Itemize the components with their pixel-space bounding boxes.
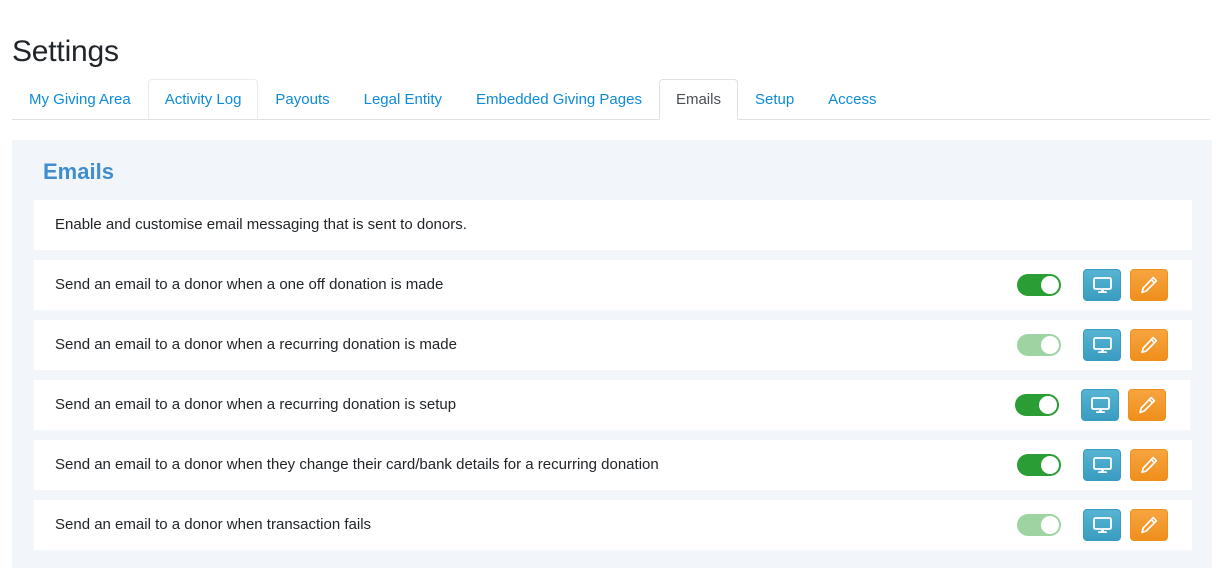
pencil-icon (1138, 396, 1156, 414)
preview-email-button[interactable] (1083, 449, 1121, 481)
tab-embedded-giving-pages[interactable]: Embedded Giving Pages (459, 79, 659, 120)
email-setting-controls (1017, 509, 1182, 541)
edit-email-button[interactable] (1130, 269, 1168, 301)
pencil-icon (1140, 456, 1158, 474)
edit-email-button[interactable] (1130, 509, 1168, 541)
monitor-icon (1090, 396, 1110, 414)
emails-panel: Emails Enable and customise email messag… (12, 140, 1212, 568)
tab-emails[interactable]: Emails (658, 79, 738, 120)
email-setting-row: Send an email to a donor when a one off … (34, 260, 1192, 310)
email-setting-row: Send an email to a donor when transactio… (34, 500, 1192, 550)
tab-my-giving-area[interactable]: My Giving Area (12, 79, 148, 120)
email-setting-controls (1017, 329, 1182, 361)
tab-legal-entity[interactable]: Legal Entity (347, 79, 459, 120)
toggle-knob (1041, 276, 1059, 294)
tab-payouts[interactable]: Payouts (258, 79, 346, 120)
email-enabled-toggle[interactable] (1017, 454, 1061, 476)
tab-setup[interactable]: Setup (738, 79, 811, 120)
email-enabled-toggle[interactable] (1017, 334, 1061, 356)
panel-title: Emails (43, 159, 114, 184)
edit-email-button[interactable] (1128, 389, 1166, 421)
email-settings-list: Enable and customise email messaging tha… (22, 200, 1202, 550)
email-enabled-toggle[interactable] (1017, 274, 1061, 296)
edit-email-button[interactable] (1130, 449, 1168, 481)
toggle-knob (1041, 456, 1059, 474)
monitor-icon (1092, 516, 1112, 534)
monitor-icon (1092, 456, 1112, 474)
tab-activity-log[interactable]: Activity Log (147, 79, 259, 120)
pencil-icon (1140, 516, 1158, 534)
edit-email-button[interactable] (1130, 329, 1168, 361)
email-setting-row: Send an email to a donor when a recurrin… (34, 380, 1190, 430)
email-setting-controls (1017, 449, 1182, 481)
page-title: Settings (12, 35, 119, 69)
email-enabled-toggle[interactable] (1017, 514, 1061, 536)
preview-email-button[interactable] (1083, 329, 1121, 361)
panel-description: Enable and customise email messaging tha… (55, 216, 467, 233)
email-enabled-toggle[interactable] (1015, 394, 1059, 416)
pencil-icon (1140, 336, 1158, 354)
settings-page: Settings My Giving Area Activity Log Payou… (0, 0, 1227, 581)
email-setting-label: Send an email to a donor when transactio… (55, 516, 372, 533)
email-setting-row: Send an email to a donor when a recurrin… (34, 320, 1192, 370)
preview-email-button[interactable] (1081, 389, 1119, 421)
email-setting-row: Send an email to a donor when they chang… (34, 440, 1192, 490)
toggle-knob (1041, 336, 1059, 354)
email-setting-label: Send an email to a donor when a recurrin… (55, 336, 457, 353)
toggle-knob (1041, 516, 1059, 534)
email-setting-label: Send an email to a donor when a one off … (55, 276, 444, 293)
settings-tab-bar: My Giving Area Activity Log Payouts Legal E… (12, 79, 1210, 120)
preview-email-button[interactable] (1083, 269, 1121, 301)
preview-email-button[interactable] (1083, 509, 1121, 541)
panel-description-row: Enable and customise email messaging tha… (34, 200, 1192, 250)
monitor-icon (1092, 336, 1112, 354)
pencil-icon (1140, 276, 1158, 294)
email-setting-label: Send an email to a donor when a recurrin… (55, 396, 457, 413)
email-setting-controls (1017, 269, 1182, 301)
tab-access[interactable]: Access (811, 79, 893, 120)
monitor-icon (1092, 276, 1112, 294)
email-setting-controls (1015, 389, 1180, 421)
toggle-knob (1039, 396, 1057, 414)
email-setting-label: Send an email to a donor when they chang… (55, 456, 659, 473)
